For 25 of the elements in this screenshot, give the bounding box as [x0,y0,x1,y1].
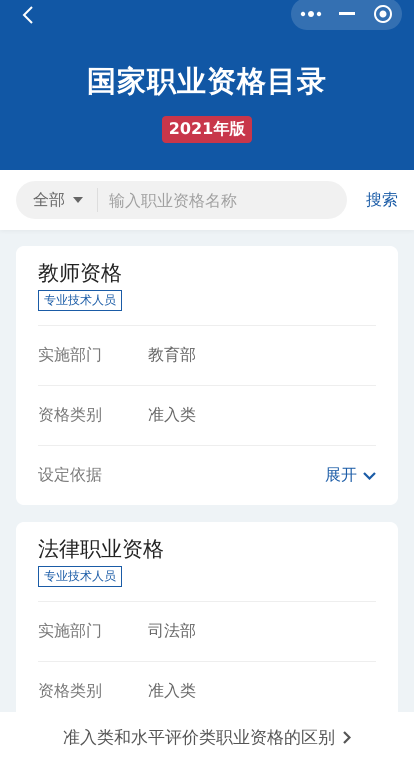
card-title: 法律职业资格 [38,536,165,563]
minimize-icon[interactable] [339,12,356,16]
more-icon[interactable] [300,10,322,18]
search-button[interactable]: 搜索 [366,190,398,210]
chevron-down-icon [363,472,376,480]
field-label: 设定依据 [38,465,103,486]
scope-dropdown[interactable]: 全部 [33,190,83,210]
caret-icon [73,197,83,203]
field-label: 实施部门 [38,621,103,642]
field-value: 教育部 [148,345,196,366]
chevron-right-icon [343,731,351,744]
page-title: 国家职业资格目录 [87,63,327,100]
category-tag: 专业技术人员 [38,566,122,587]
field-label: 资格类别 [38,681,103,702]
card-title: 教师资格 [38,260,123,287]
field-value: 准入类 [148,405,196,426]
expand-button[interactable]: 展开 [325,465,376,486]
edition-badge: 2021年版 [162,116,252,143]
search-field[interactable]: 全部 输入职业资格名称 [16,181,347,219]
field-label: 实施部门 [38,345,103,366]
field-value: 准入类 [148,681,196,702]
close-icon[interactable] [373,4,394,24]
field-value: 司法部 [148,621,196,642]
field-label: 资格类别 [38,405,103,426]
category-tag: 专业技术人员 [38,290,122,311]
